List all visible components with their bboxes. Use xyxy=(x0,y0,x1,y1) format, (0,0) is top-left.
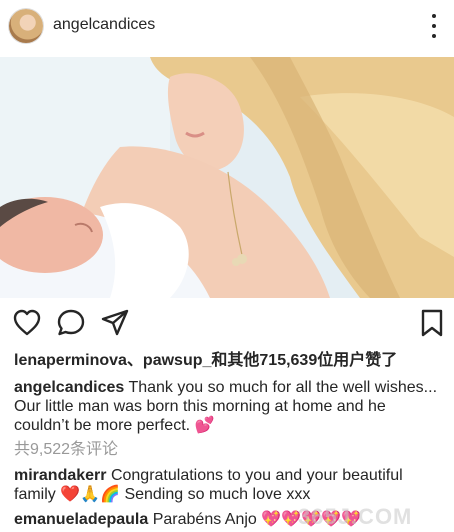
comment-username[interactable]: emanueladepaula xyxy=(14,511,148,528)
comment-text: Congratulations to you and your beautifu… xyxy=(106,467,403,484)
caption-line-3: couldn’t be more perfect. 💕 xyxy=(14,417,215,434)
bookmark-icon[interactable] xyxy=(418,308,450,340)
post-author-username[interactable]: angelcandices xyxy=(53,16,155,34)
comment-text-continued: family ❤️🙏🌈 Sending so much love xxx xyxy=(14,486,311,503)
comment-item: mirandakerr Congratulations to you and y… xyxy=(14,466,444,504)
caption-line-1: Thank you so much for all the well wishe… xyxy=(124,379,438,396)
heart-outline-icon[interactable] xyxy=(12,308,44,340)
site-watermark: 365J.COM xyxy=(298,504,413,529)
view-all-comments-link[interactable]: 共9,522条评论 xyxy=(14,440,444,459)
comment-username[interactable]: mirandakerr xyxy=(14,467,107,484)
avatar[interactable] xyxy=(9,9,43,43)
post-photo-illustration xyxy=(0,57,454,298)
caption-line-2: Our little man was born this morning at … xyxy=(14,398,386,415)
comment-icon[interactable] xyxy=(56,308,88,340)
post-header: angelcandices xyxy=(0,0,454,56)
post-caption: angelcandices Thank you so much for all … xyxy=(14,378,444,435)
post-image[interactable] xyxy=(0,57,454,298)
post-actions xyxy=(0,308,454,344)
caption-username[interactable]: angelcandices xyxy=(14,379,124,396)
paper-plane-icon[interactable] xyxy=(100,308,132,340)
more-options-icon[interactable] xyxy=(424,14,444,38)
likes-count[interactable]: lenaperminova、pawsup_和其他715,639位用户赞了 xyxy=(14,351,444,370)
